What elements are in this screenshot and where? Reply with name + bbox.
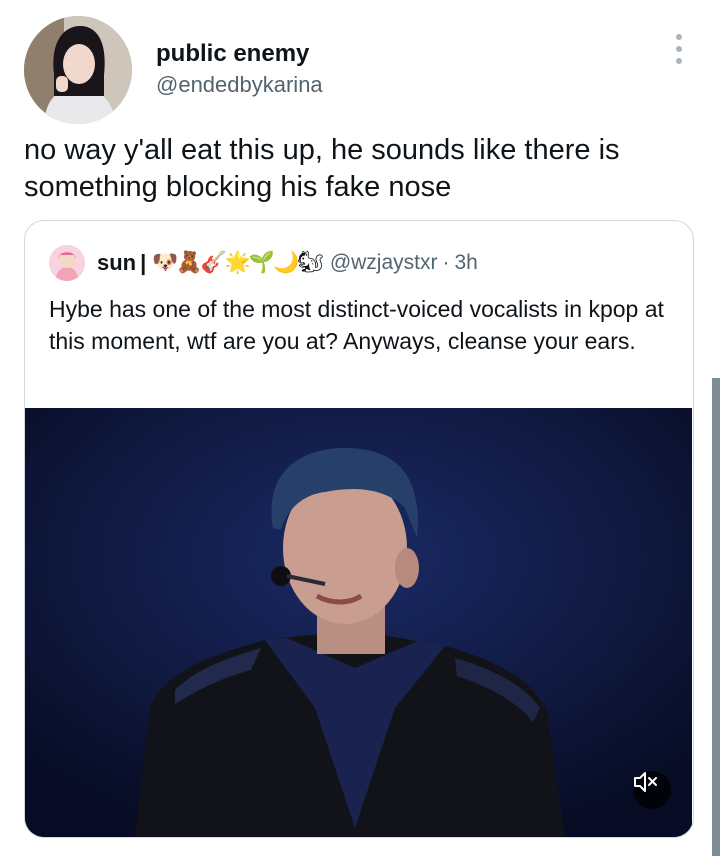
quoted-tweet-text: Hybe has one of the most distinct-voiced…	[49, 296, 664, 354]
meta-separator: ·	[442, 251, 450, 274]
quoted-author-handle[interactable]: @wzjaystxr	[330, 251, 438, 275]
profile-photo	[24, 16, 132, 124]
speaker-muted-icon	[634, 772, 657, 792]
quoted-author-avatar[interactable]	[49, 245, 85, 281]
author-display-name[interactable]: public enemy	[156, 40, 309, 68]
video-player[interactable]	[25, 408, 692, 837]
more-dot	[676, 34, 682, 40]
name-emojis: 🐶🧸🎸🌟🌱🌙🐿	[152, 251, 324, 274]
more-dot	[676, 58, 682, 64]
mute-button[interactable]	[633, 771, 671, 809]
quoted-author-name[interactable]: sun	[97, 250, 136, 276]
quoted-tweet-card[interactable]: sun | 🐶🧸🎸🌟🌱🌙🐿 @wzjaystxr · 3h Hybe has o…	[24, 220, 694, 838]
more-dot	[676, 46, 682, 52]
scrollbar[interactable]	[712, 378, 720, 856]
name-separator: |	[140, 250, 147, 275]
profile-photo-small	[49, 245, 85, 281]
author-avatar[interactable]	[24, 16, 132, 124]
author-handle[interactable]: @endedbykarina	[156, 72, 323, 98]
quoted-timestamp[interactable]: 3h	[454, 251, 477, 275]
quoted-tweet-header: sun | 🐶🧸🎸🌟🌱🌙🐿 @wzjaystxr · 3h	[49, 245, 478, 281]
more-vertical-icon[interactable]	[672, 34, 686, 64]
tweet-text: no way y'all eat this up, he sounds like…	[24, 134, 620, 203]
video-frame	[25, 408, 692, 837]
